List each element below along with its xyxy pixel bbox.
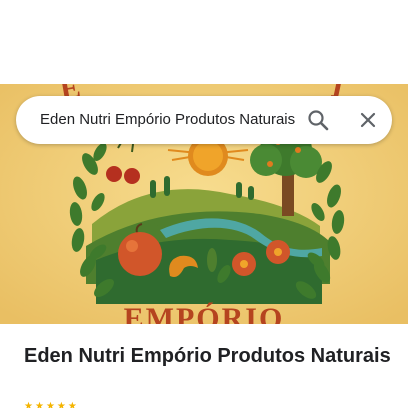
search-input[interactable]: Eden Nutri Empório Produtos Naturais [40,110,302,130]
search-icon [308,110,329,131]
star-icon: ★ [24,401,33,408]
logo-bottom-text: EMPÓRIO [124,302,285,324]
star-icon: ★ [56,401,66,408]
close-icon [360,112,376,128]
search-button[interactable] [302,104,334,136]
star-icon: ★ [34,401,44,408]
star-icon: ★ [45,401,55,408]
place-title: Eden Nutri Empório Produtos Naturais [24,345,391,367]
rating-stars: ★ ★ ★ ★ ★ [24,402,77,408]
star-icon: ★ [67,401,77,408]
search-bar[interactable]: Eden Nutri Empório Produtos Naturais [16,96,392,144]
close-button[interactable] [352,104,384,136]
map-top-area [0,0,408,84]
